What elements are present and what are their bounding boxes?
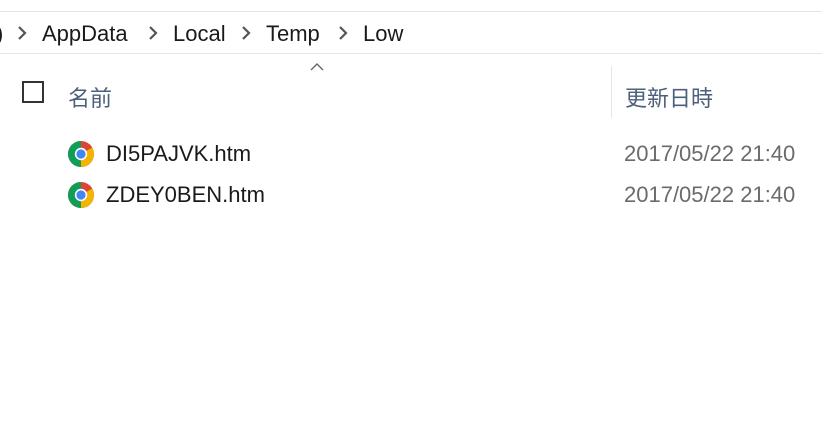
file-date-modified: 2017/05/22 21:40 bbox=[624, 182, 796, 207]
file-row[interactable]: DI5PAJVK.htm 2017/05/22 21:40 bbox=[0, 133, 822, 174]
column-separator[interactable] bbox=[611, 66, 612, 118]
chevron-right-icon[interactable] bbox=[17, 26, 27, 40]
column-header-date-modified[interactable]: 更新日時 bbox=[625, 81, 713, 113]
file-date-modified: 2017/05/22 21:40 bbox=[624, 141, 796, 166]
breadcrumb[interactable]: ) AppData Local Temp Low bbox=[0, 12, 822, 53]
breadcrumb-item-low[interactable]: Low bbox=[363, 21, 403, 47]
breadcrumb-item-local[interactable]: Local bbox=[173, 21, 226, 47]
select-all-checkbox[interactable] bbox=[22, 81, 44, 103]
sort-ascending-icon bbox=[310, 63, 324, 71]
breadcrumb-item-appdata[interactable]: AppData bbox=[42, 21, 128, 47]
breadcrumb-lead[interactable]: ) bbox=[0, 21, 3, 47]
file-row[interactable]: ZDEY0BEN.htm 2017/05/22 21:40 bbox=[0, 174, 822, 215]
column-header-name[interactable]: 名前 bbox=[68, 81, 112, 113]
chevron-right-icon[interactable] bbox=[241, 26, 251, 40]
chevron-right-icon[interactable] bbox=[148, 26, 158, 40]
header-divider bbox=[0, 53, 822, 54]
file-name[interactable]: ZDEY0BEN.htm bbox=[106, 182, 265, 208]
chrome-html-icon bbox=[67, 141, 95, 168]
file-name[interactable]: DI5PAJVK.htm bbox=[106, 141, 251, 167]
breadcrumb-item-temp[interactable]: Temp bbox=[266, 21, 320, 47]
chrome-html-icon bbox=[67, 182, 95, 209]
chevron-right-icon[interactable] bbox=[338, 26, 348, 40]
